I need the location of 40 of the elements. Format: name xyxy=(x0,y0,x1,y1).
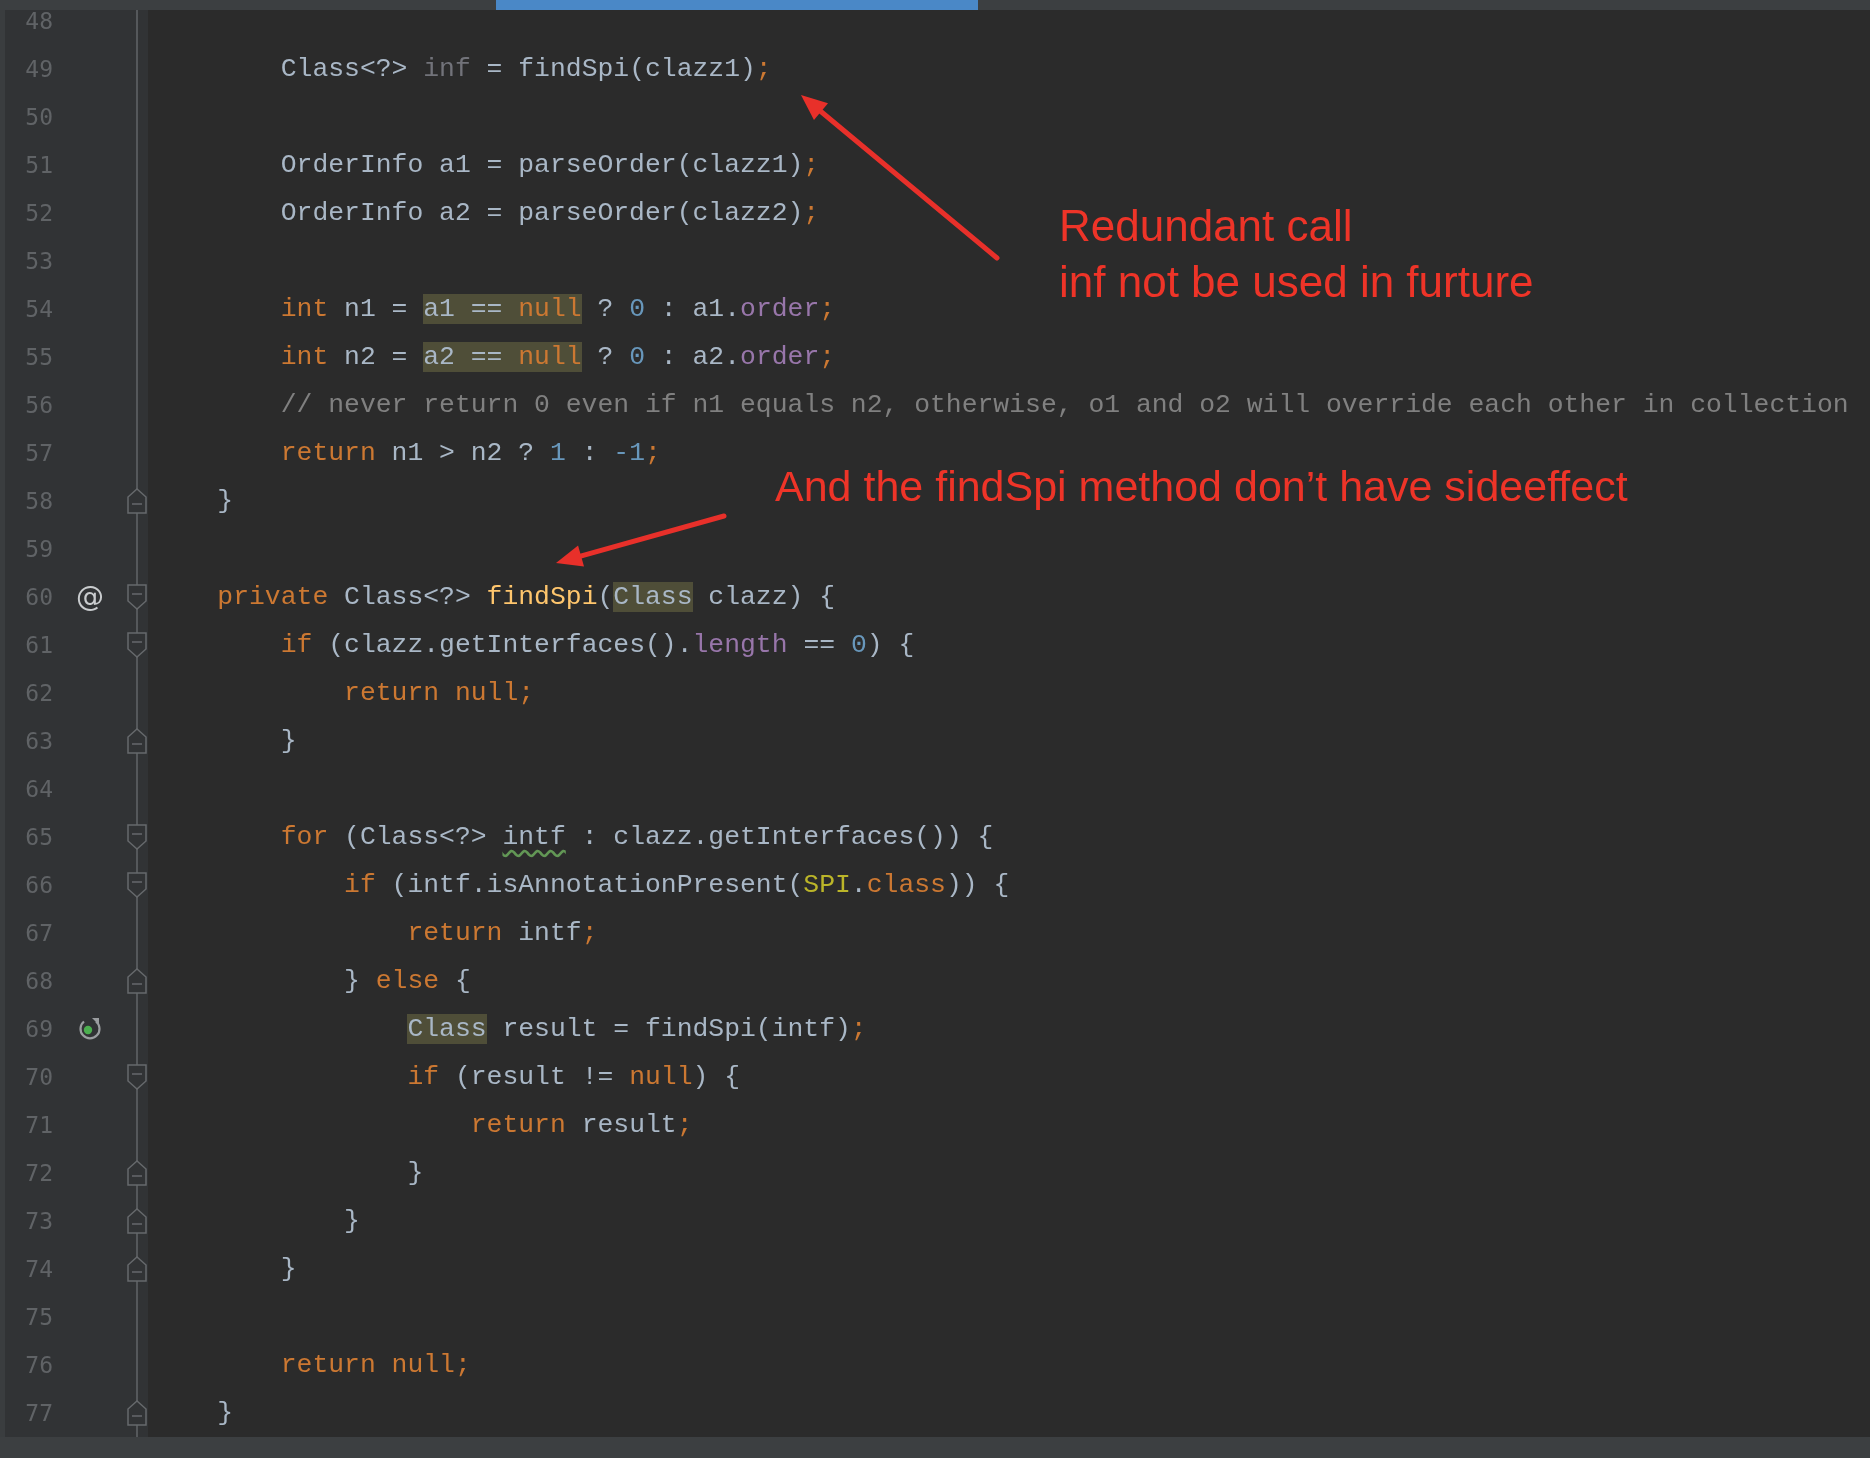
code-line: OrderInfo a2 = parseOrder(clazz2); xyxy=(279,197,820,230)
implementation-marker[interactable]: @ xyxy=(76,583,104,611)
fold-marker-icon[interactable] xyxy=(127,584,147,610)
code-line: return null; xyxy=(343,677,535,710)
fold-marker-icon[interactable] xyxy=(127,1208,147,1234)
fold-marker-icon[interactable] xyxy=(127,1064,147,1090)
annotation-text: And the findSpi method don’t have sideeffect xyxy=(775,461,1628,512)
recursion-icon[interactable] xyxy=(77,1016,103,1042)
code-line: int n2 = a2 == null ? 0 : a2.order; xyxy=(279,341,836,374)
code-line: private Class<?> findSpi(Class clazz) { xyxy=(216,581,836,614)
fold-marker-icon[interactable] xyxy=(127,872,147,898)
code-line: } xyxy=(216,1397,234,1430)
code-line: for (Class<?> intf : clazz.getInterfaces()) { xyxy=(279,821,994,854)
code-line: } else { xyxy=(343,965,471,998)
code-line: Class result = findSpi(intf); xyxy=(406,1013,867,1046)
code-line: if (result != null) { xyxy=(406,1061,741,1094)
code-line: if (clazz.getInterfaces().length == 0) { xyxy=(279,629,915,662)
code-line: Class<?> inf = findSpi(clazz1); xyxy=(279,53,772,86)
code-line: } xyxy=(406,1157,424,1190)
code-line: if (intf.isAnnotationPresent(SPI.class)) { xyxy=(343,869,1010,902)
fold-marker-icon[interactable] xyxy=(127,968,147,994)
code-line: } xyxy=(279,1253,297,1286)
code-line: return intf; xyxy=(406,917,598,950)
code-line: // never return 0 even if n1 equals n2, otherwise, o1 and o2 will override each other in collection xyxy=(279,389,1849,422)
fold-marker-icon[interactable] xyxy=(127,1160,147,1186)
fold-marker-icon[interactable] xyxy=(127,1400,147,1426)
code-line: return result; xyxy=(469,1109,693,1142)
code-line: int n1 = a1 == null ? 0 : a1.order; xyxy=(279,293,836,326)
code-line: } xyxy=(216,485,234,518)
code-line: OrderInfo a1 = parseOrder(clazz1); xyxy=(279,149,820,182)
fold-marker-icon[interactable] xyxy=(127,824,147,850)
fold-marker-icon[interactable] xyxy=(127,1256,147,1282)
code-line: } xyxy=(343,1205,360,1238)
fold-marker-icon[interactable] xyxy=(127,632,147,658)
code-line: return null; xyxy=(279,1349,471,1382)
fold-marker-icon[interactable] xyxy=(127,728,147,754)
annotation-text: Redundant call inf not be used in furture xyxy=(1059,200,1534,308)
code-line: return n1 > n2 ? 1 : -1; xyxy=(279,437,661,470)
fold-marker-icon[interactable] xyxy=(127,488,147,514)
code-line: } xyxy=(279,725,297,758)
